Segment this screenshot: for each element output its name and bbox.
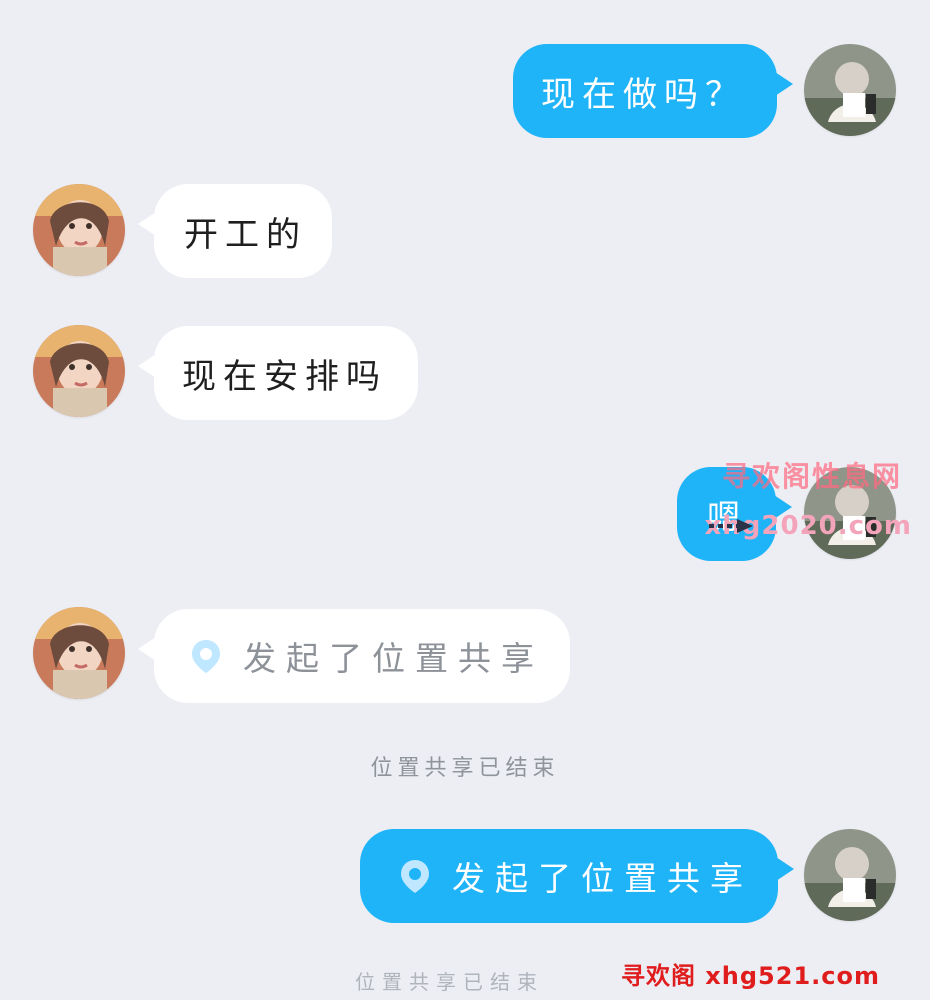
location-share-text: 发起了位置共享 (452, 859, 753, 898)
location-ended-system-note: 位置共享已结束 (370, 756, 560, 781)
partial-location-ended-note: 位置共享已结束 (355, 970, 544, 994)
avatar-outgoing-user[interactable] (804, 829, 896, 921)
message-text: 嗯 (707, 497, 748, 538)
message-bubble-incoming-2[interactable]: 现在安排吗 (138, 326, 418, 420)
message-text: 开工的 (184, 214, 307, 255)
location-share-text: 发起了位置共享 (243, 639, 544, 678)
avatar-incoming-user[interactable] (33, 184, 125, 276)
message-bubble-outgoing-1[interactable]: 现在做吗？ (513, 44, 793, 138)
location-pin-icon (187, 637, 225, 675)
message-text: 现在安排吗 (182, 356, 387, 397)
location-share-message-outgoing[interactable]: 发起了位置共享 (360, 829, 794, 923)
avatar-incoming-user[interactable] (33, 607, 125, 699)
avatar-incoming-user[interactable] (33, 325, 125, 417)
watermark-bottom: 寻欢阁 xhg521.com (620, 962, 880, 990)
avatar-outgoing-user[interactable] (804, 467, 896, 559)
location-pin-icon (396, 857, 434, 895)
message-bubble-incoming-1[interactable]: 开工的 (138, 184, 332, 278)
chat-window: 现在做吗？ 开工的 现在安排吗 嗯 发起了位置共享 位置共享已结束 发起了位置共… (0, 0, 930, 1000)
message-text: 现在做吗？ (541, 74, 746, 115)
location-share-message-incoming[interactable]: 发起了位置共享 (138, 609, 570, 703)
message-bubble-outgoing-2[interactable]: 嗯 (677, 467, 792, 561)
avatar-outgoing-user[interactable] (804, 44, 896, 136)
